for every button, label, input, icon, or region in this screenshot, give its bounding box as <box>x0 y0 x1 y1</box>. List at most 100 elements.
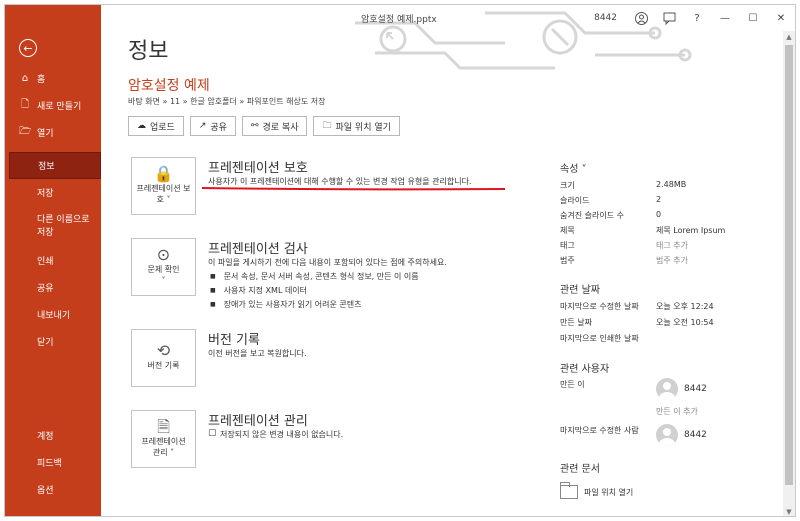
share-label: 공유 <box>210 122 227 133</box>
folder-open-icon: 🗁 <box>19 126 32 137</box>
sidebar-item-export[interactable]: 내보내기 <box>5 301 101 328</box>
add-author-link[interactable]: 만든 이 추가 <box>656 406 698 417</box>
protect-presentation-button[interactable]: 🔒 프레젠테이션 보호 ˅ <box>131 157 196 215</box>
history-icon: ⟲ <box>156 341 171 360</box>
sidebar-item-label: 열기 <box>37 129 54 139</box>
open-file-location-link[interactable]: 파일 위치 열기 <box>560 482 634 499</box>
folder-icon: 🗀 <box>322 121 332 131</box>
copy-path-label: 경로 복사 <box>262 122 299 133</box>
add-author-row: 만든 이 추가 <box>560 406 790 420</box>
share-button[interactable]: ↗ 공유 <box>189 116 236 136</box>
sidebar-main-nav: 정보 저장 다른 이름으로 저장 인쇄 공유 내보내기 닫기 <box>5 152 101 355</box>
author-person[interactable]: 8442 <box>656 378 707 400</box>
related-documents-heading: 관련 문서 <box>560 464 600 475</box>
manage-document-icon: 🗎 <box>157 416 170 436</box>
scroll-thumb[interactable] <box>785 45 793 485</box>
property-row: 태그 태그 추가 <box>560 240 790 254</box>
section-description: 이전 버전을 보고 복원합니다. <box>208 349 307 358</box>
date-key: 만든 날짜 <box>560 318 592 327</box>
check-box-label: 문제 확인 ˅ <box>147 264 180 285</box>
list-item: 사용자 지정 XML 데이터 <box>208 285 419 299</box>
sidebar-item-save-as[interactable]: 다른 이름으로 저장 <box>5 206 95 247</box>
copy-path-button[interactable]: ⚯ 경로 복사 <box>241 116 308 136</box>
sidebar-item-info[interactable]: 정보 <box>9 152 101 179</box>
breadcrumb[interactable]: 바탕 화면 » 11 » 한글 암호폴더 » 파워포인트 해상도 저장 <box>128 96 326 107</box>
upload-label: 업로드 <box>150 122 175 133</box>
property-row: 슬라이드 2 <box>560 195 790 209</box>
categories-field[interactable]: 범주 추가 <box>656 255 688 266</box>
property-key: 제목 <box>560 226 575 235</box>
modifier-person[interactable]: 8442 <box>656 424 707 446</box>
sidebar-item-account[interactable]: 계정 <box>5 422 101 449</box>
home-icon: ⌂ <box>21 73 29 84</box>
scroll-up-icon[interactable]: ▲ <box>783 31 795 43</box>
manage-status-text: 저장되지 않은 변경 내용이 없습니다. <box>220 430 344 439</box>
modifier-name: 8442 <box>684 430 707 440</box>
back-arrow-icon[interactable]: ← <box>19 39 37 57</box>
file-actions: ☁ 업로드 ↗ 공유 ⚯ 경로 복사 🗀 파일 위치 열기 <box>128 116 400 136</box>
date-key: 마지막으로 인쇄한 날짜 <box>560 334 639 343</box>
open-file-location-button[interactable]: 🗀 파일 위치 열기 <box>313 116 400 136</box>
date-value: 오늘 오후 12:24 <box>656 302 714 311</box>
modifier-label: 마지막으로 수정한 사람 <box>560 426 639 435</box>
manage-box-label: 프레젠테이션 관리 ˅ <box>141 436 186 457</box>
scroll-down-icon[interactable]: ▼ <box>783 506 795 516</box>
manage-presentation-button[interactable]: 🗎 프레젠테이션 관리 ˅ <box>131 410 196 468</box>
manage-presentation-section: 🗎 프레젠테이션 관리 ˅ 프레젠테이션 관리 ▢ 저장되지 않은 변경 내용이… <box>131 410 521 470</box>
sidebar-item-print[interactable]: 인쇄 <box>5 247 101 274</box>
author-label: 만든 이 <box>560 380 585 389</box>
new-document-icon: 🗋 <box>20 99 30 110</box>
check-for-issues-button[interactable]: ⊙ 문제 확인 ˅ <box>131 238 196 296</box>
protect-box-label: 프레젠테이션 보호 ˅ <box>136 183 191 204</box>
properties-dropdown[interactable]: 속성 ˅ <box>560 160 587 175</box>
sidebar-item-home[interactable]: ⌂ 홈 <box>5 65 101 92</box>
version-history-button[interactable]: ⟲ 버전 기록 <box>131 329 196 387</box>
document-name: 암호설정 예제 <box>128 78 210 94</box>
link-icon: ⚯ <box>250 121 259 131</box>
sidebar-item-save[interactable]: 저장 <box>5 179 101 206</box>
property-key: 크기 <box>560 181 575 190</box>
backstage-sidebar: ← ⌂ 홈 🗋 새로 만들기 🗁 열기 정보 저장 다른 이름으로 저장 인쇄 … <box>5 5 101 516</box>
property-key: 숨겨진 슬라이드 수 <box>560 211 624 220</box>
cloud-upload-icon: ☁ <box>137 121 146 131</box>
sidebar-item-open[interactable]: 🗁 열기 <box>5 119 101 146</box>
date-row: 마지막으로 인쇄한 날짜 <box>560 333 790 347</box>
vertical-scrollbar[interactable]: ▲ ▼ <box>783 31 795 516</box>
related-dates-heading: 관련 날짜 <box>560 285 600 296</box>
property-key: 태그 <box>560 241 575 250</box>
sidebar-top-nav: ⌂ 홈 🗋 새로 만들기 🗁 열기 <box>5 65 101 146</box>
sidebar-item-options[interactable]: 옵션 <box>5 476 101 503</box>
title-field[interactable]: 제목 Lorem Ipsum <box>656 225 725 236</box>
folder-icon <box>560 482 578 499</box>
date-row: 마지막으로 수정한 날짜 오늘 오후 12:24 <box>560 301 790 315</box>
document-status-icon: ▢ <box>208 428 217 438</box>
property-value: 0 <box>656 210 662 219</box>
property-row: 제목 제목 Lorem Ipsum <box>560 225 790 239</box>
property-key: 범주 <box>560 256 575 265</box>
date-value: 오늘 오전 10:54 <box>656 318 714 327</box>
property-row: 크기 2.48MB <box>560 180 790 194</box>
inspect-bullet-list: 문서 속성, 문서 서버 속성, 콘텐츠 형식 정보, 만든 이 이름 사용자 … <box>208 271 419 313</box>
sidebar-item-label: 홈 <box>37 75 46 85</box>
section-title: 프레젠테이션 보호 <box>208 161 308 176</box>
sidebar-item-close[interactable]: 닫기 <box>5 328 101 355</box>
app-window: ← ⌂ 홈 🗋 새로 만들기 🗁 열기 정보 저장 다른 이름으로 저장 인쇄 … <box>4 4 796 517</box>
property-value: 2 <box>656 195 662 204</box>
list-item: 장애가 있는 사용자가 읽기 어려운 콘텐츠 <box>208 299 419 313</box>
page-title: 정보 <box>128 39 169 64</box>
version-box-label: 버전 기록 <box>147 361 180 370</box>
sidebar-item-label: 새로 만들기 <box>37 102 82 112</box>
sidebar-item-new[interactable]: 🗋 새로 만들기 <box>5 92 101 119</box>
open-location-label: 파일 위치 열기 <box>584 487 634 497</box>
property-row: 범주 범주 추가 <box>560 255 790 269</box>
lock-icon: 🔒 <box>153 163 174 183</box>
date-key: 마지막으로 수정한 날짜 <box>560 302 639 311</box>
section-title: 버전 기록 <box>208 333 260 348</box>
date-row: 만든 날짜 오늘 오전 10:54 <box>560 317 790 331</box>
sidebar-item-share[interactable]: 공유 <box>5 274 101 301</box>
tags-field[interactable]: 태그 추가 <box>656 240 688 251</box>
related-people-heading: 관련 사용자 <box>560 364 610 375</box>
upload-button[interactable]: ☁ 업로드 <box>128 116 184 136</box>
sidebar-item-feedback[interactable]: 피드백 <box>5 449 101 476</box>
avatar <box>656 424 678 446</box>
